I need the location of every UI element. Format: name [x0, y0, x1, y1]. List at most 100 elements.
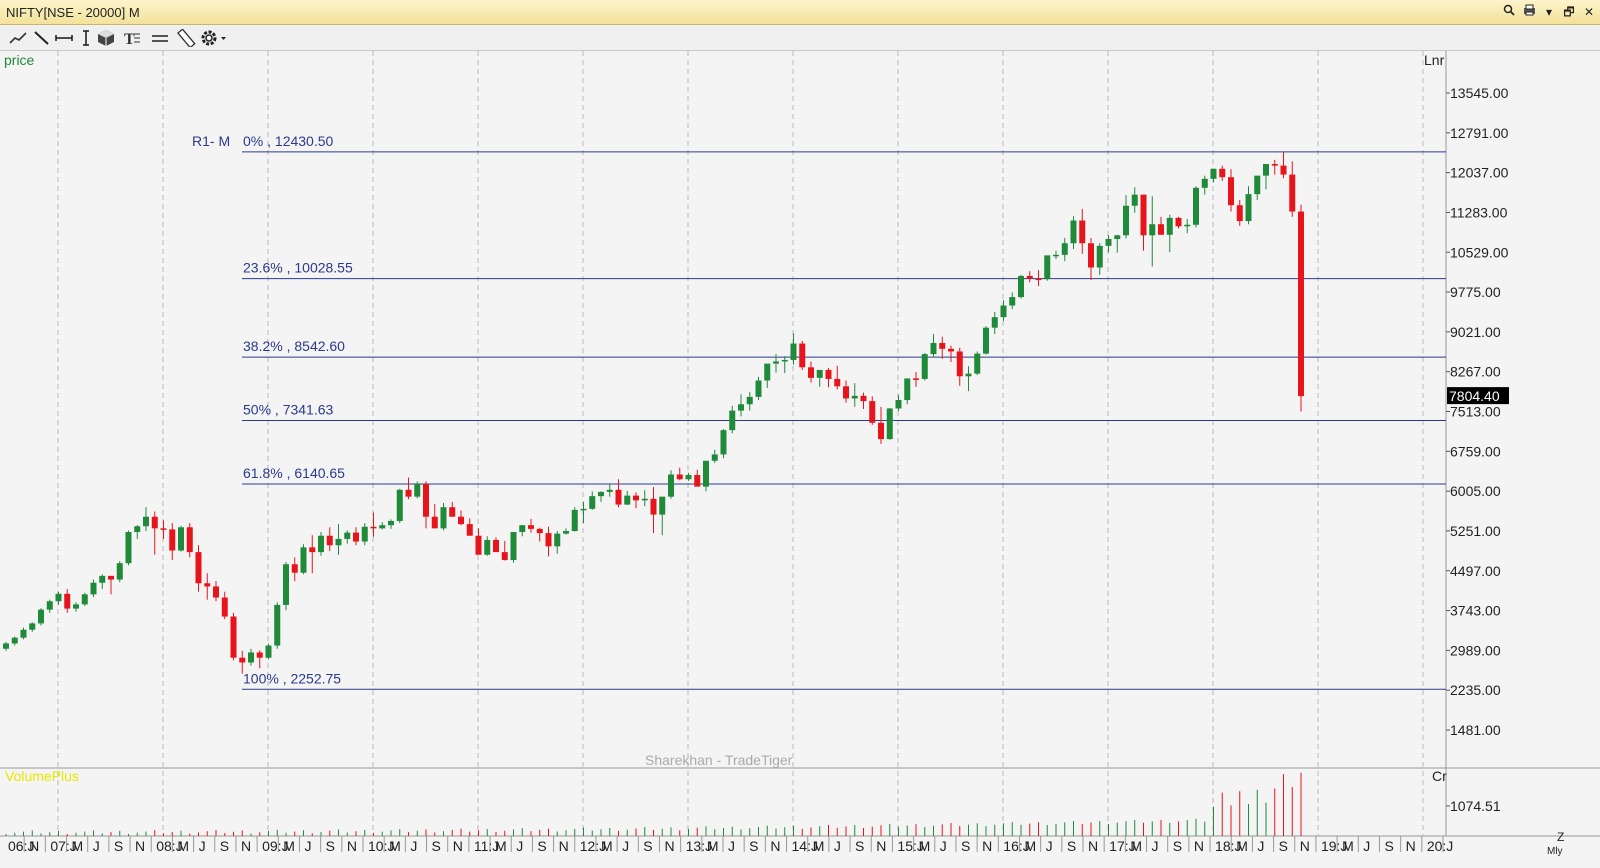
text-tool-icon[interactable]: T [122, 29, 142, 47]
scale-type-label[interactable]: Lnr [1424, 52, 1445, 68]
candle-body [405, 489, 412, 497]
candle-body [860, 395, 867, 402]
time-tick-label: N [559, 838, 569, 854]
candle-body [213, 586, 219, 598]
candle-body [554, 533, 561, 547]
candle-body [571, 509, 578, 531]
candle-body [580, 508, 587, 511]
candle-body [711, 454, 718, 461]
candle-body [1053, 254, 1059, 257]
candle-body [1184, 224, 1191, 227]
candle-body [930, 343, 937, 355]
time-tick-label: M [1024, 838, 1036, 854]
time-tick-label: S [1067, 838, 1076, 854]
candle-body [659, 496, 666, 515]
period-label[interactable]: Mly [1547, 846, 1563, 857]
cube-tool-icon[interactable] [96, 29, 116, 47]
price-tick-label: 1481.00 [1450, 722, 1501, 738]
print-icon[interactable] [1522, 4, 1536, 20]
candle-body [186, 527, 193, 553]
chart-grid [0, 51, 1600, 837]
window-title: NIFTY[NSE - 20000] M [6, 5, 140, 20]
candle-body [29, 623, 36, 630]
candle-body [641, 498, 648, 501]
volume-tick-label: 1074.51 [1450, 798, 1501, 814]
parallel-lines-tool-icon[interactable] [150, 29, 170, 47]
candle-body [1105, 238, 1112, 246]
ruler-tool-icon[interactable] [176, 29, 196, 47]
price-tick-label: 13545.00 [1450, 85, 1509, 101]
candle-body [291, 564, 298, 573]
candle-body [440, 507, 447, 529]
price-tick-label: 9775.00 [1450, 284, 1501, 300]
candle-body [265, 645, 272, 658]
line-tool-icon[interactable] [32, 29, 52, 47]
price-chart[interactable]: R1- M 0% , 12430.50 23.6% , 10028.55 38.2% … [0, 51, 1600, 868]
price-tick-label: 6005.00 [1450, 483, 1501, 499]
candle-body [431, 516, 438, 529]
time-tick-label: M [707, 838, 719, 854]
candle-body [834, 378, 841, 387]
candle-body [598, 491, 604, 497]
candle-body [825, 369, 832, 379]
candle-body [685, 475, 692, 480]
candle-body [1044, 255, 1051, 280]
chart-area[interactable]: R1- M 0% , 12430.50 23.6% , 10028.55 38.2% … [0, 51, 1600, 868]
candle-body [1201, 178, 1208, 188]
chevron-down-icon[interactable]: ▾ [1542, 4, 1556, 20]
candle-body [843, 386, 849, 399]
candle-body [624, 495, 631, 505]
candle-body [1254, 175, 1261, 195]
horizontal-line-tool-icon[interactable] [54, 29, 74, 47]
candle-body [519, 525, 526, 533]
candle-body [1219, 168, 1226, 178]
time-tick-label: S [114, 838, 123, 854]
time-tick-label: S [961, 838, 970, 854]
price-tick-label: 2235.00 [1450, 682, 1501, 698]
time-tick-label: M [72, 838, 84, 854]
candle-body [886, 408, 893, 440]
candle-body [125, 532, 132, 564]
candle-body [256, 652, 263, 658]
candle-body [799, 343, 806, 368]
settings-gear-icon[interactable] [200, 29, 228, 47]
search-icon[interactable] [1502, 4, 1516, 20]
time-tick-label: N [135, 838, 145, 854]
candle-body [1009, 297, 1016, 306]
vertical-line-tool-icon[interactable] [76, 29, 96, 47]
time-tick-label: J [940, 838, 947, 854]
time-tick-label: S [432, 838, 441, 854]
time-tick-label: S [326, 838, 335, 854]
zoom-label[interactable]: Z [1557, 830, 1564, 844]
candle-body [650, 498, 657, 515]
candle-body [484, 539, 491, 555]
time-tick-label: N [1194, 838, 1204, 854]
time-tick-label: S [1173, 838, 1182, 854]
trend-tool-icon[interactable] [8, 29, 28, 47]
time-axis: 06:JN 07:JM J S N 08:JM J S N 09:JM J S N 10:JM J S N 11:… [8, 836, 1453, 854]
candle-body [528, 525, 534, 529]
price-tick-label: 6759.00 [1450, 443, 1501, 459]
fibonacci-retracement[interactable]: R1- M 0% , 12430.50 23.6% , 10028.55 38.2% … [192, 133, 1446, 690]
candle-body [921, 354, 928, 379]
candle-body [1280, 165, 1287, 175]
candle-body [458, 516, 464, 525]
candle-body [816, 369, 823, 378]
fib-level-label: 61.8% , 6140.65 [243, 465, 345, 481]
candle-body [283, 564, 289, 605]
time-tick-label: M [495, 838, 507, 854]
time-tick-label: J [516, 838, 523, 854]
close-icon[interactable]: ✕ [1582, 4, 1596, 20]
candle-body [99, 575, 106, 583]
candle-body [1026, 275, 1033, 279]
candle-body [353, 532, 359, 542]
time-tick-label: N [876, 838, 886, 854]
drawing-toolbar: T [0, 26, 1600, 51]
time-tick-label: N [664, 838, 674, 854]
candle-body [466, 524, 473, 536]
candles-group [3, 151, 1304, 674]
candle-body [134, 526, 141, 533]
candle-body [1096, 245, 1103, 268]
restore-icon[interactable]: 🗗 [1562, 4, 1576, 20]
candle-body [423, 483, 429, 517]
